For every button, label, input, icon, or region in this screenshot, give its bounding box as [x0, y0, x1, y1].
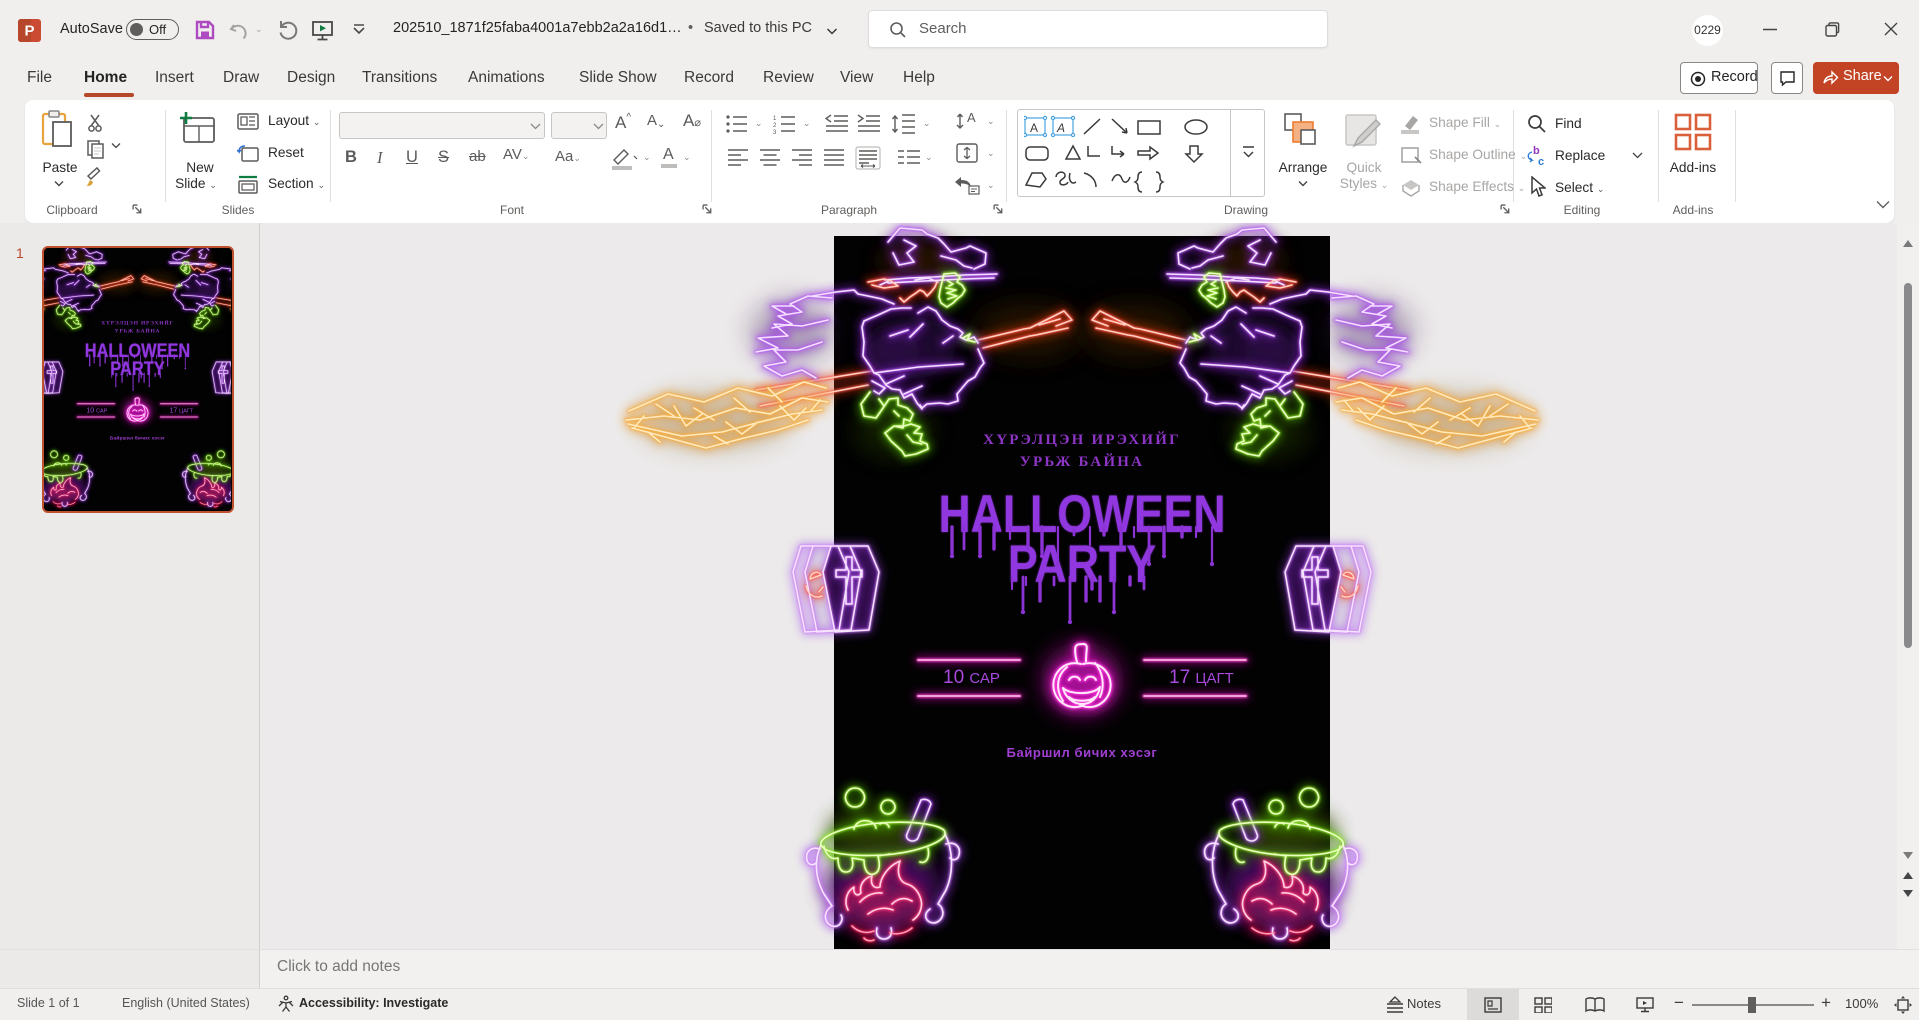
svg-text:A: A [967, 110, 976, 125]
svg-text:3: 3 [773, 130, 777, 134]
svg-text:1: 1 [773, 116, 777, 122]
svg-text:A: A [1030, 121, 1038, 135]
svg-text:A: A [1056, 121, 1065, 135]
svg-text:c: c [1538, 156, 1544, 168]
svg-text:2: 2 [773, 123, 777, 129]
svg-text:P: P [24, 23, 34, 40]
